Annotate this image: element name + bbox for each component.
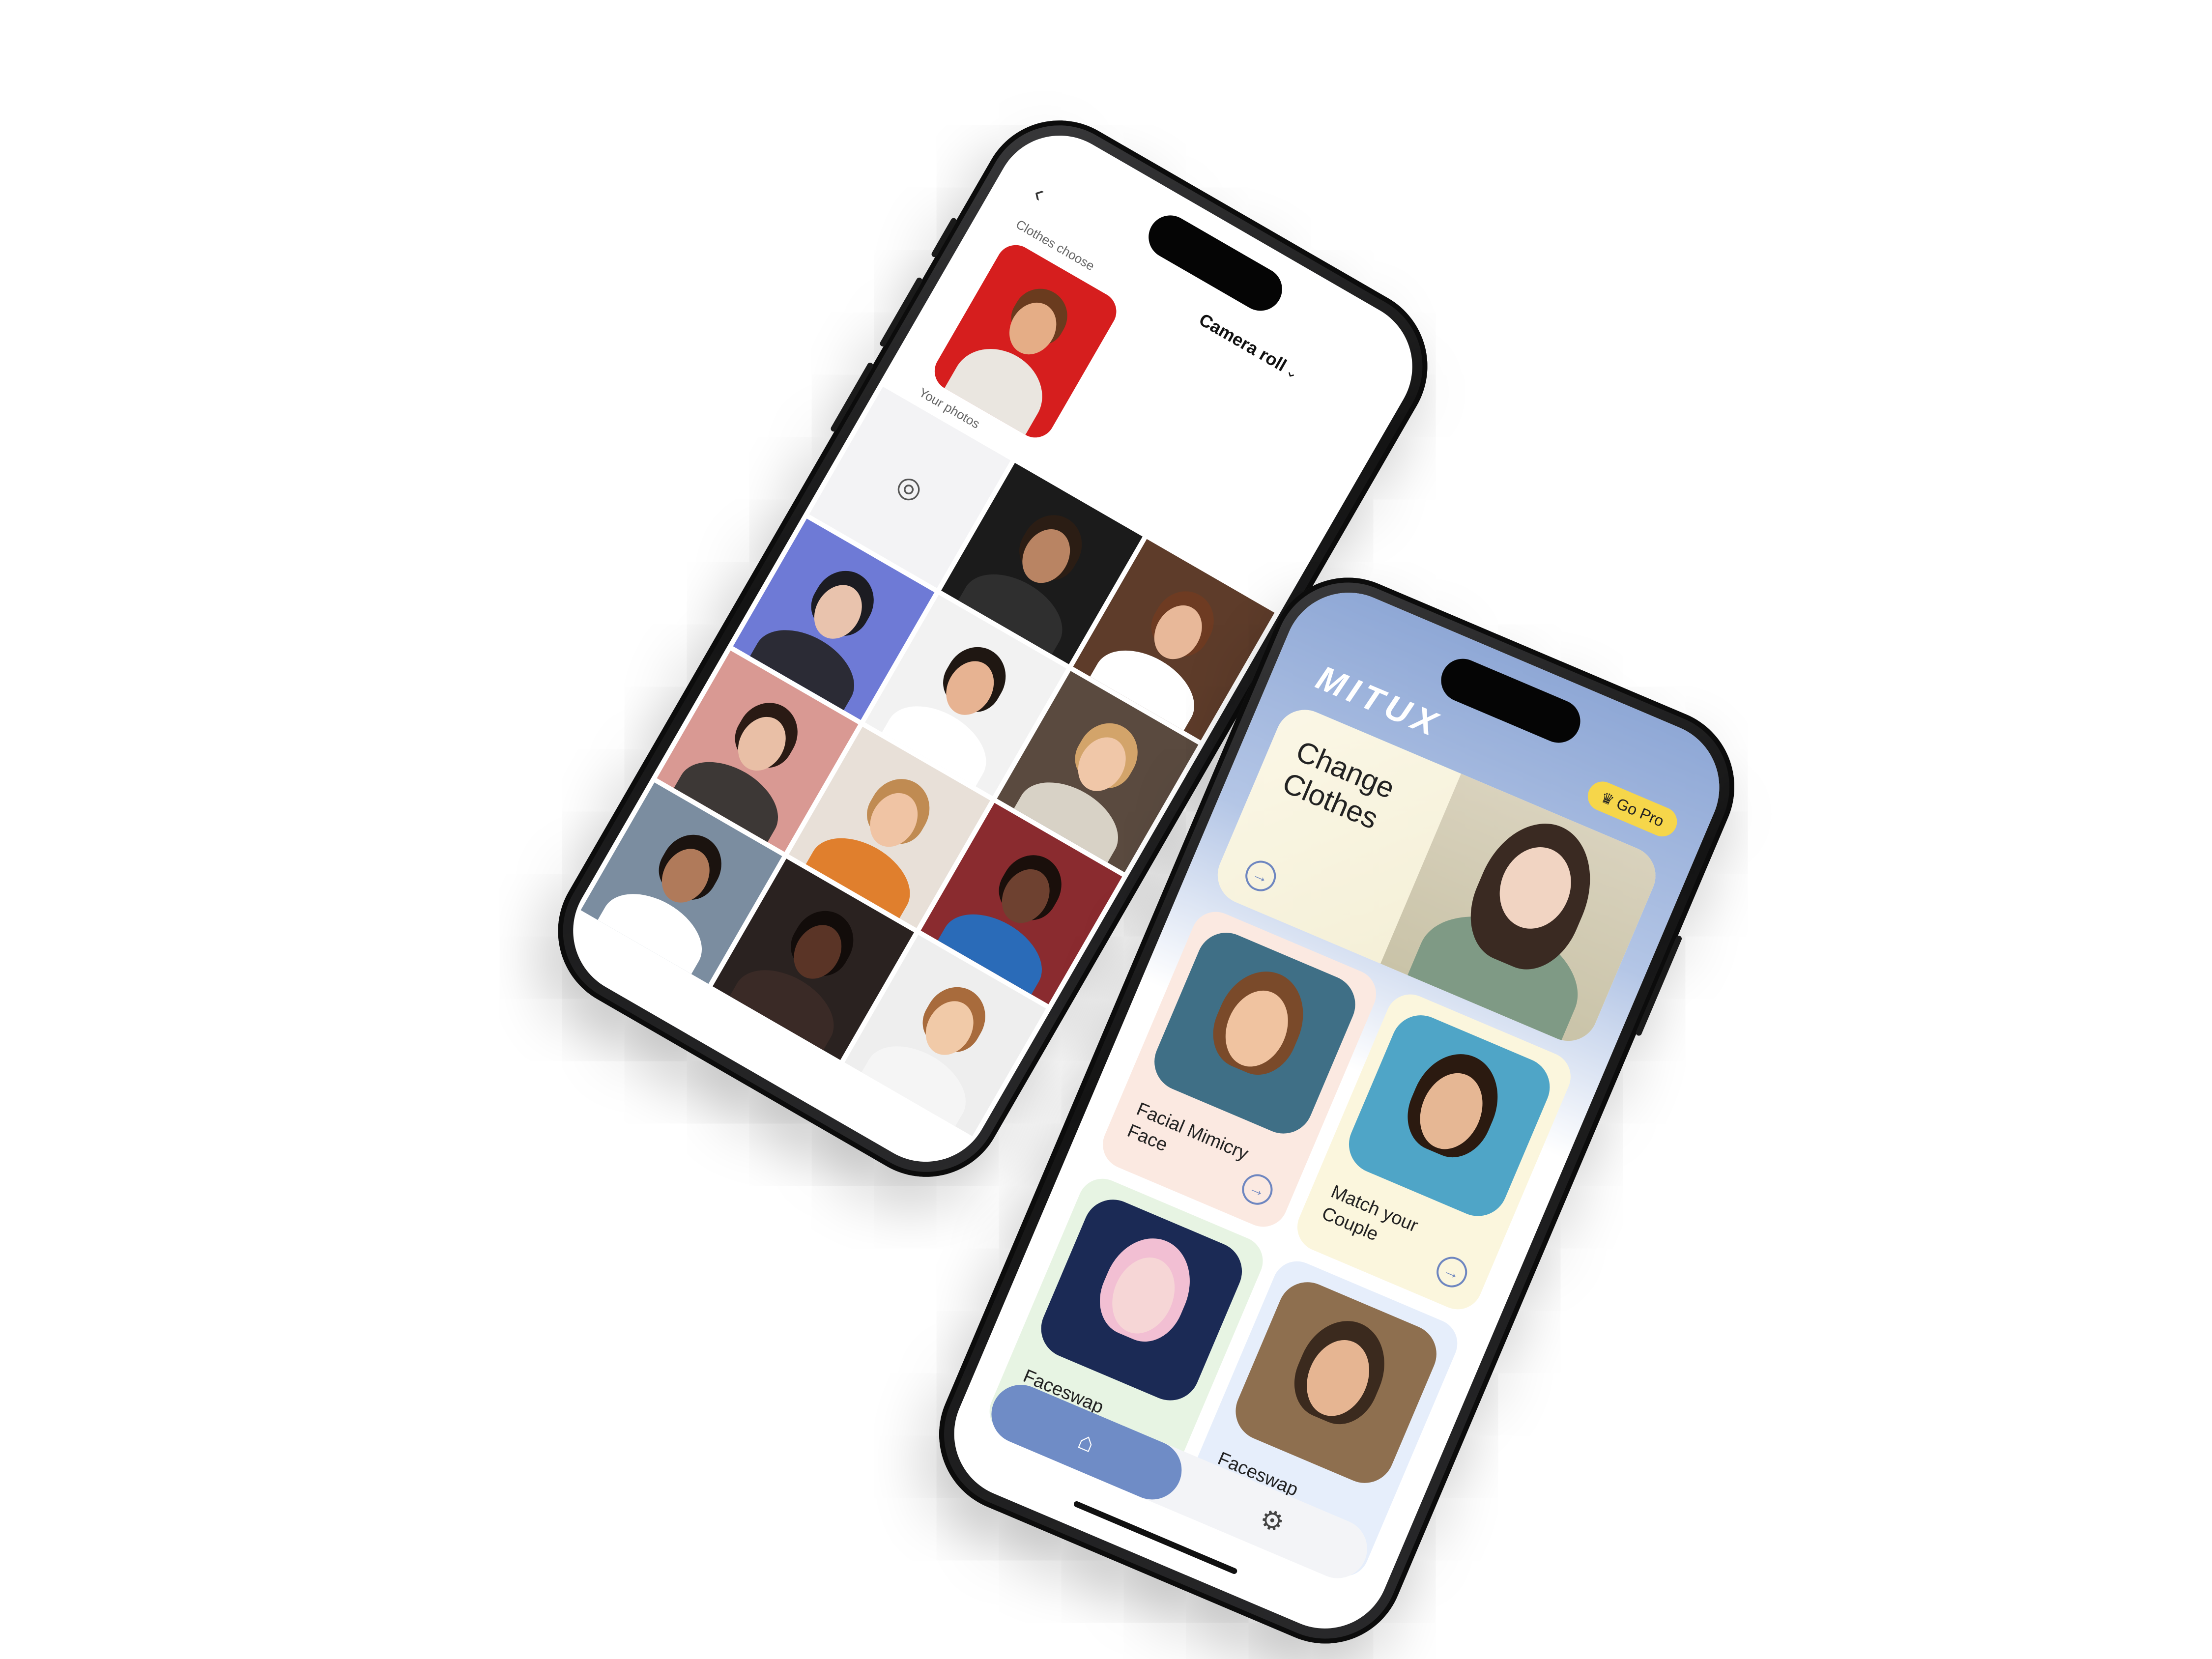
stage: ‹ Clothes choose Camera roll⌄ Your photo… [0,0,2212,1659]
arrow-right-icon[interactable]: → [1237,1169,1278,1210]
gear-icon: ⚙ [1255,1502,1289,1539]
camera-roll-label: Camera roll [1195,309,1291,375]
home-icon: ⌂ [1074,1426,1099,1459]
hero-title: Change Clothes [1278,734,1400,837]
arrow-right-icon[interactable]: → [1240,856,1281,896]
crown-icon: ♛ [1598,789,1617,809]
feature-thumbnail [1226,1273,1446,1492]
back-icon[interactable]: ‹ [1028,178,1050,208]
arrow-right-icon[interactable]: → [1432,1252,1472,1292]
feature-label: Match your Couple [1318,1180,1422,1259]
dynamic-island [1141,207,1290,319]
feature-thumbnail [1032,1190,1251,1410]
camera-icon: ◎ [891,467,929,508]
camera-roll-dropdown[interactable]: Camera roll⌄ [1195,309,1303,383]
phone-side-button [930,217,958,258]
